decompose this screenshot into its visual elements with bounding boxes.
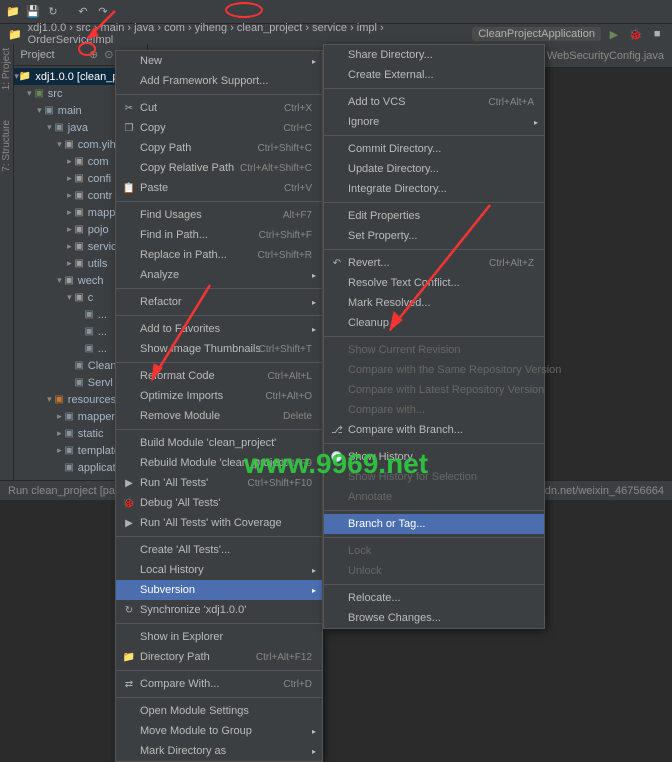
stop-icon[interactable]: ■ (648, 25, 666, 43)
menu-item[interactable]: Branch or Tag... (324, 514, 544, 534)
context-menu-project[interactable]: New▸Add Framework Support... ✂CutCtrl+X❐C… (115, 50, 323, 762)
tool-project[interactable]: 1: Project (1, 48, 12, 90)
menu-item: Annotate (324, 487, 544, 507)
breadcrumb: 📁 xdj1.0.0 › src › main › java › com › y… (0, 24, 672, 44)
menu-item[interactable]: Find in Path...Ctrl+Shift+F (116, 225, 322, 245)
menu-item[interactable]: 📋PasteCtrl+V (116, 178, 322, 198)
menu-item[interactable]: Copy Relative PathCtrl+Alt+Shift+C (116, 158, 322, 178)
menu-item[interactable]: Add Framework Support... (116, 71, 322, 91)
menu-item[interactable]: Resolve Text Conflict... (324, 273, 544, 293)
tree-title: Project (20, 49, 89, 61)
menu-item[interactable]: ▶Run 'All Tests' with Coverage (116, 513, 322, 533)
save-icon[interactable]: 💾 (24, 3, 42, 21)
menu-item[interactable]: Build Module 'clean_project' (116, 433, 322, 453)
menu-item[interactable]: Add to Favorites▸ (116, 319, 322, 339)
menu-item[interactable]: Replace in Path...Ctrl+Shift+R (116, 245, 322, 265)
menu-item[interactable]: Analyze▸ (116, 265, 322, 285)
menu-item[interactable]: Share Directory... (324, 45, 544, 65)
menu-item: Unlock (324, 561, 544, 581)
debug-icon[interactable]: 🐞 (627, 25, 645, 43)
menu-item[interactable]: Open Module Settings (116, 701, 322, 721)
main-toolbar: 📁 💾 ↻ ↶ ↷ (0, 0, 672, 24)
menu-item[interactable]: Ignore▸ (324, 112, 544, 132)
menu-item[interactable]: Commit Directory... (324, 139, 544, 159)
menu-item[interactable]: Show Image ThumbnailsCtrl+Shift+T (116, 339, 322, 359)
menu-item: Compare with Latest Repository Version (324, 380, 544, 400)
menu-item[interactable]: ⇄Compare With...Ctrl+D (116, 674, 322, 694)
menu-item[interactable]: 🐞Debug 'All Tests' (116, 493, 322, 513)
menu-item[interactable]: Browse Changes... (324, 608, 544, 628)
tree-target-icon[interactable]: ⊙ (104, 48, 113, 61)
menu-item[interactable]: 📁Directory PathCtrl+Alt+F12 (116, 647, 322, 667)
menu-item[interactable]: Rebuild Module 'clean_project'Ctrl+Shift… (116, 453, 322, 473)
menu-item[interactable]: Set Property... (324, 226, 544, 246)
menu-item[interactable]: New▸ (116, 51, 322, 71)
menu-item[interactable]: ↶Revert...Ctrl+Alt+Z (324, 253, 544, 273)
context-menu-subversion[interactable]: Share Directory...Create External... Add … (323, 44, 545, 629)
menu-item[interactable]: Reformat CodeCtrl+Alt+L (116, 366, 322, 386)
menu-item[interactable]: Update Directory... (324, 159, 544, 179)
menu-item[interactable]: ❐CopyCtrl+C (116, 118, 322, 138)
menu-item[interactable]: Local History▸ (116, 560, 322, 580)
menu-item[interactable]: ⎇Compare with Branch... (324, 420, 544, 440)
menu-item[interactable]: Create 'All Tests'... (116, 540, 322, 560)
menu-item[interactable]: Edit Properties (324, 206, 544, 226)
menu-item: Compare with... (324, 400, 544, 420)
menu-item[interactable]: 🕐Show History (324, 447, 544, 467)
menu-item: Show Current Revision (324, 340, 544, 360)
editor-tab[interactable]: WebSecurityConfig.java (527, 47, 672, 65)
refresh-icon[interactable]: ↻ (44, 3, 62, 21)
menu-item[interactable]: ↻Synchronize 'xdj1.0.0' (116, 600, 322, 620)
menu-item[interactable]: Copy PathCtrl+Shift+C (116, 138, 322, 158)
menu-item[interactable]: Find UsagesAlt+F7 (116, 205, 322, 225)
menu-item: Show History for Selection (324, 467, 544, 487)
menu-item[interactable]: Remove ModuleDelete (116, 406, 322, 426)
redo-icon[interactable]: ↷ (94, 3, 112, 21)
menu-item: Lock (324, 541, 544, 561)
menu-item[interactable]: Integrate Directory... (324, 179, 544, 199)
left-gutter: 1: Project 7: Structure (0, 44, 14, 500)
menu-item[interactable]: Refactor▸ (116, 292, 322, 312)
tree-settings-icon[interactable]: ⊕ (89, 48, 98, 61)
menu-item[interactable]: ▶Run 'All Tests'Ctrl+Shift+F10 (116, 473, 322, 493)
menu-item: Compare with the Same Repository Version (324, 360, 544, 380)
folder-icon: 📁 (6, 25, 24, 43)
undo-icon[interactable]: ↶ (74, 3, 92, 21)
menu-item[interactable]: Move Module to Group▸ (116, 721, 322, 741)
menu-item[interactable]: ✂CutCtrl+X (116, 98, 322, 118)
menu-item[interactable]: Subversion▸ (116, 580, 322, 600)
run-config[interactable]: CleanProjectApplication (472, 27, 601, 41)
menu-item[interactable]: Mark Resolved... (324, 293, 544, 313)
run-icon[interactable]: ▶ (605, 25, 623, 43)
menu-item[interactable]: Mark Directory as▸ (116, 741, 322, 761)
menu-item[interactable]: Optimize ImportsCtrl+Alt+O (116, 386, 322, 406)
tool-structure[interactable]: 7: Structure (1, 120, 12, 172)
open-icon[interactable]: 📁 (4, 3, 22, 21)
menu-item[interactable]: Relocate... (324, 588, 544, 608)
menu-item[interactable]: Cleanup (324, 313, 544, 333)
menu-item[interactable]: Create External... (324, 65, 544, 85)
menu-item[interactable]: Add to VCSCtrl+Alt+A (324, 92, 544, 112)
menu-item[interactable]: Show in Explorer (116, 627, 322, 647)
